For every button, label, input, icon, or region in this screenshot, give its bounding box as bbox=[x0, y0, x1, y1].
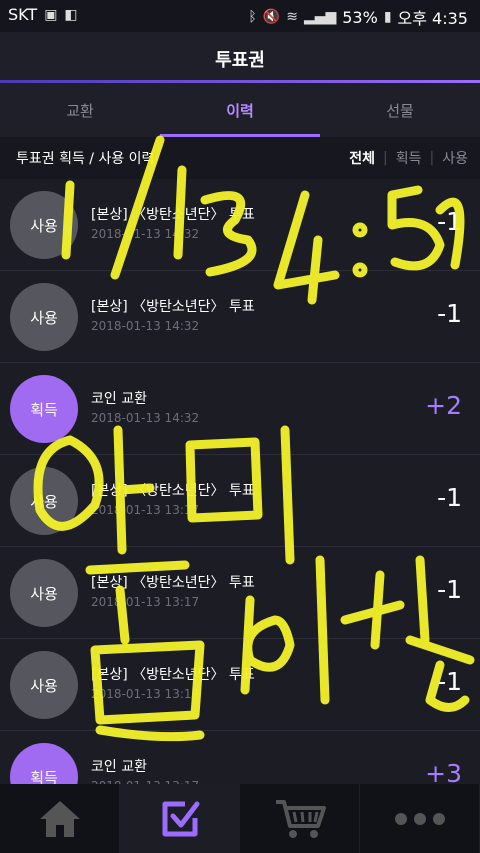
list-item[interactable]: 사용 [본상] 〈방탄소년단〉 투표 2018-01-13 13:17 -1 bbox=[0, 547, 480, 639]
item-date: 2018-01-13 14:32 bbox=[91, 227, 200, 241]
cart-icon bbox=[275, 799, 326, 838]
tab-history[interactable]: 이력 bbox=[160, 83, 320, 137]
mute-icon: 🔇 bbox=[262, 9, 281, 25]
item-name: 코인 교환 bbox=[91, 391, 147, 407]
image-icon: ▣ bbox=[44, 6, 58, 23]
use-badge: 사용 bbox=[10, 559, 78, 627]
item-date: 2018-01-13 13:17 bbox=[91, 595, 200, 609]
battery-percent: 53% bbox=[342, 7, 378, 27]
item-amount: -1 bbox=[437, 667, 462, 696]
item-name: [본상] 〈방탄소년단〉 투표 bbox=[91, 207, 255, 223]
page-title: 투표권 bbox=[215, 50, 265, 71]
wifi-icon: ≋ bbox=[286, 9, 298, 25]
list-item[interactable]: 사용 [본상] 〈방탄소년단〉 투표 2018-01-13 13:17 -1 bbox=[0, 455, 480, 547]
item-name: [본상] 〈방탄소년단〉 투표 bbox=[91, 575, 255, 591]
list-item[interactable]: 사용 [본상] 〈방탄소년단〉 투표 2018-01-13 13:17 -1 bbox=[0, 639, 480, 731]
item-name: [본상] 〈방탄소년단〉 투표 bbox=[91, 667, 255, 683]
filter-separator: | bbox=[383, 150, 388, 166]
nav-home[interactable] bbox=[0, 784, 120, 853]
item-name: 코인 교환 bbox=[91, 759, 147, 775]
item-name: [본상] 〈방탄소년단〉 투표 bbox=[91, 483, 255, 499]
item-date: 2018-01-13 13:17 bbox=[91, 503, 200, 517]
use-badge: 사용 bbox=[10, 191, 78, 259]
tab-bar: 교환 이력 선물 bbox=[0, 83, 480, 137]
tab-gift[interactable]: 선물 bbox=[320, 83, 480, 137]
filter-gain[interactable]: 획득 bbox=[396, 148, 422, 168]
item-amount: +2 bbox=[425, 391, 462, 420]
carrier-label: SKT bbox=[8, 5, 38, 24]
use-badge: 사용 bbox=[10, 283, 78, 351]
list-item[interactable]: 사용 [본상] 〈방탄소년단〉 투표 2018-01-13 14:32 -1 bbox=[0, 179, 480, 271]
nav-shop[interactable] bbox=[240, 784, 360, 853]
item-date: 2018-01-13 14:32 bbox=[91, 411, 200, 425]
item-amount: -1 bbox=[437, 483, 462, 512]
bluetooth-icon: ᛒ bbox=[248, 9, 257, 25]
home-icon bbox=[39, 800, 80, 837]
signal-icon: ▂▄▆ bbox=[303, 9, 337, 25]
nav-more[interactable] bbox=[360, 784, 480, 853]
title-bar: 투표권 bbox=[0, 32, 480, 82]
item-amount: -1 bbox=[437, 207, 462, 236]
list-item[interactable]: 사용 [본상] 〈방탄소년단〉 투표 2018-01-13 14:32 -1 bbox=[0, 271, 480, 363]
use-badge: 사용 bbox=[10, 651, 78, 719]
list-item[interactable]: 획득 코인 교환 2018-01-13 14:32 +2 bbox=[0, 363, 480, 455]
tab-exchange[interactable]: 교환 bbox=[0, 83, 160, 137]
nav-vote[interactable] bbox=[120, 784, 240, 853]
item-amount: -1 bbox=[437, 575, 462, 604]
item-date: 2018-01-13 14:32 bbox=[91, 319, 200, 333]
use-badge: 사용 bbox=[10, 467, 78, 535]
screenshot-icon: ◧ bbox=[64, 6, 78, 23]
gain-badge: 획득 bbox=[10, 375, 78, 443]
clock: 오후 4:35 bbox=[397, 9, 468, 28]
filter-all[interactable]: 전체 bbox=[349, 148, 375, 168]
item-name: [본상] 〈방탄소년단〉 투표 bbox=[91, 299, 255, 315]
vote-check-icon bbox=[162, 801, 199, 836]
battery-icon: ▮ bbox=[383, 9, 392, 25]
history-title: 투표권 획득 / 사용 이력 bbox=[16, 151, 155, 167]
filter-separator: | bbox=[429, 150, 435, 166]
item-amount: -1 bbox=[437, 299, 462, 328]
item-date: 2018-01-13 13:17 bbox=[91, 687, 200, 701]
more-icon bbox=[394, 812, 445, 825]
filter-bar: 투표권 획득 / 사용 이력 전체 | 획득 | 사용 bbox=[0, 137, 480, 179]
filter-use[interactable]: 사용 bbox=[442, 148, 468, 168]
history-list: 사용 [본상] 〈방탄소년단〉 투표 2018-01-13 14:32 -1 사… bbox=[0, 179, 480, 823]
bottom-nav bbox=[0, 784, 480, 853]
status-bar: SKT ▣ ◧ ᛒ 🔇 ≋ ▂▄▆ 53% ▮ 오후 4:35 bbox=[0, 0, 480, 32]
